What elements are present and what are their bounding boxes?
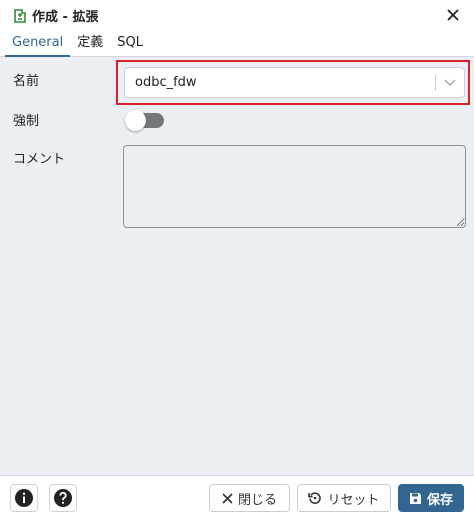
info-button[interactable] bbox=[10, 484, 38, 512]
chevron-down-icon[interactable] bbox=[444, 77, 456, 89]
form-panel: 名前 odbc_fdw 強制 コメント bbox=[0, 57, 474, 475]
force-label: 強制 bbox=[13, 114, 40, 129]
save-icon bbox=[409, 492, 421, 504]
info-icon bbox=[15, 489, 33, 507]
question-icon bbox=[54, 489, 72, 507]
select-separator bbox=[435, 75, 436, 91]
close-button-label: 閉じる bbox=[237, 492, 277, 508]
reset-icon bbox=[308, 492, 322, 504]
toggle-knob bbox=[125, 110, 146, 131]
reset-button[interactable]: リセット bbox=[297, 484, 391, 512]
comment-label: コメント bbox=[13, 152, 66, 167]
close-icon[interactable] bbox=[444, 6, 462, 24]
dialog-footer: 閉じる リセット 保存 bbox=[0, 475, 474, 517]
name-label: 名前 bbox=[13, 74, 40, 89]
save-button[interactable]: 保存 bbox=[398, 484, 464, 512]
extension-icon bbox=[12, 8, 28, 24]
name-select-value: odbc_fdw bbox=[135, 75, 197, 90]
force-toggle[interactable] bbox=[125, 110, 164, 131]
name-select[interactable]: odbc_fdw bbox=[124, 67, 465, 98]
save-button-label: 保存 bbox=[426, 492, 453, 508]
dialog-title: 作成 - 拡張 bbox=[32, 10, 99, 25]
close-button[interactable]: 閉じる bbox=[209, 484, 290, 512]
help-button[interactable] bbox=[49, 484, 77, 512]
tab-bar: General 定義 SQL bbox=[0, 31, 474, 57]
reset-button-label: リセット bbox=[327, 492, 380, 508]
dialog-titlebar: 作成 - 拡張 bbox=[0, 0, 474, 31]
tab-general[interactable]: General bbox=[5, 31, 71, 57]
comment-textarea[interactable] bbox=[123, 145, 466, 228]
tab-sql[interactable]: SQL bbox=[110, 31, 150, 57]
close-x-icon bbox=[222, 492, 233, 504]
tab-definition[interactable]: 定義 bbox=[70, 31, 110, 57]
